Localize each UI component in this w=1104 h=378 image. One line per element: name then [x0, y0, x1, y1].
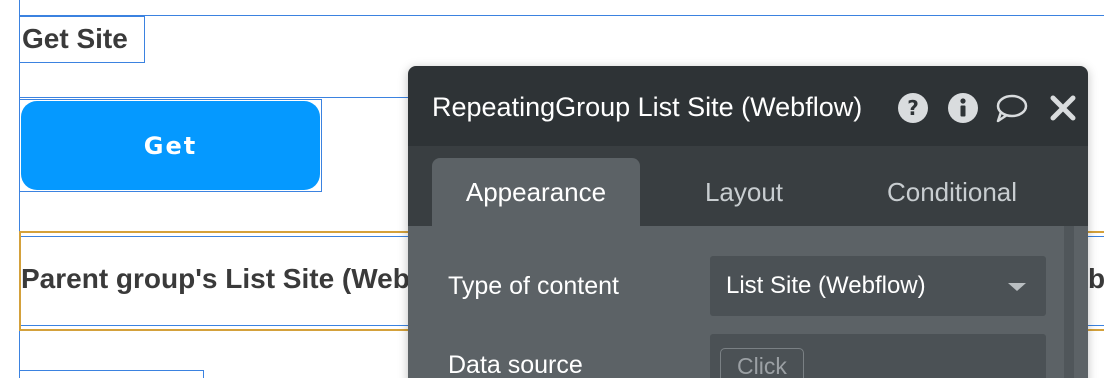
tab-label: Conditional	[886, 176, 1018, 207]
chevron-down-icon	[1008, 283, 1026, 291]
panel-title: RepeatingGroup List Site (Webflow)	[432, 92, 863, 122]
data-source-field[interactable]: Click	[710, 334, 1046, 378]
comment-icon[interactable]	[994, 91, 1028, 125]
panel-tabbar: Appearance Layout Conditional	[408, 146, 1088, 226]
get-button-label: Get	[143, 131, 198, 160]
type-of-content-value: List Site (Webflow)	[726, 272, 926, 299]
info-icon[interactable]	[946, 91, 980, 125]
help-icon[interactable]: ?	[896, 91, 930, 125]
lower-element-frame[interactable]	[19, 370, 204, 378]
tab-label: Appearance	[465, 176, 607, 207]
guide-line	[19, 97, 409, 98]
tab-layout[interactable]: Layout	[658, 158, 830, 226]
guide-line	[19, 15, 1104, 16]
get-site-text: Get Site	[22, 23, 128, 54]
property-editor-panel[interactable]: RepeatingGroup List Site (Webflow) ? App…	[408, 66, 1088, 378]
tab-conditional[interactable]: Conditional	[848, 158, 1056, 226]
get-button[interactable]: Get	[21, 101, 320, 190]
type-of-content-dropdown[interactable]: List Site (Webflow)	[710, 256, 1046, 316]
close-icon[interactable]	[1046, 91, 1080, 125]
panel-body: Type of content List Site (Webflow) Data…	[408, 226, 1088, 378]
type-of-content-label: Type of content	[448, 272, 619, 300]
tab-label: Layout	[704, 176, 784, 207]
panel-scrollbar[interactable]	[1064, 226, 1074, 378]
svg-text:?: ?	[907, 96, 919, 120]
tab-appearance[interactable]: Appearance	[432, 158, 640, 226]
right-partial-text: b	[1088, 263, 1104, 294]
data-source-label: Data source	[448, 351, 583, 378]
panel-header[interactable]: RepeatingGroup List Site (Webflow) ?	[408, 66, 1088, 146]
data-source-click-button[interactable]: Click	[720, 348, 804, 378]
get-site-text-element[interactable]: Get Site	[19, 16, 145, 63]
